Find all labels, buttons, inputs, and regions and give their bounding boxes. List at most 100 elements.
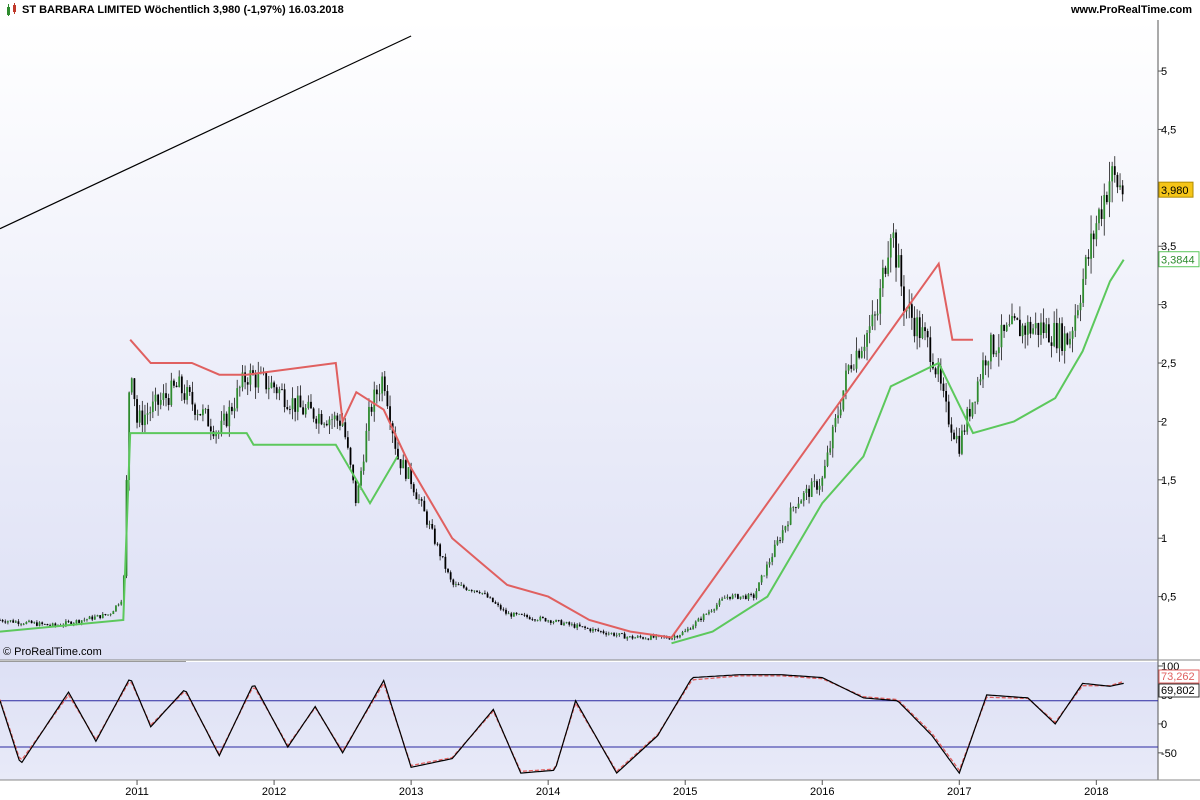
candle-body: [910, 304, 913, 318]
candle-body: [639, 636, 642, 638]
candle-body: [823, 465, 826, 478]
candle-body: [547, 620, 550, 622]
candle-body: [557, 620, 560, 621]
candle-body: [362, 461, 365, 471]
candle-body: [486, 593, 489, 598]
candle-body: [1008, 324, 1011, 326]
candle-body: [705, 613, 708, 615]
candle-body: [715, 604, 718, 610]
candle-body: [581, 626, 584, 628]
candle-body: [589, 628, 592, 632]
candle-body: [383, 376, 386, 392]
candle-body: [149, 412, 152, 414]
candle-body: [726, 596, 729, 598]
candle-body: [233, 408, 236, 412]
candle-body: [984, 360, 987, 366]
candle-body: [257, 373, 260, 388]
candle-body: [1098, 209, 1100, 224]
candle-body: [644, 638, 647, 640]
candle-body: [1121, 185, 1124, 195]
candle-body: [560, 620, 563, 625]
candle-body: [679, 635, 681, 638]
candle-body: [99, 615, 102, 619]
candle-body: [950, 424, 953, 433]
candle-body: [288, 409, 291, 410]
candle-body: [852, 368, 855, 370]
candle-body: [159, 399, 162, 405]
candle-body: [842, 390, 845, 410]
candle-body: [889, 238, 892, 258]
candle-body: [1034, 323, 1037, 329]
candle-body: [918, 317, 921, 339]
candle-body: [91, 616, 94, 620]
candle-body: [46, 624, 49, 626]
candle-body: [86, 619, 88, 620]
candle-body: [162, 393, 165, 400]
y-tick-label: 1: [1161, 533, 1167, 545]
candle-body: [1063, 333, 1066, 351]
candle-body: [130, 378, 133, 393]
candle-body: [1066, 333, 1069, 345]
candle-body: [407, 467, 410, 479]
candle-body: [681, 632, 684, 636]
candle-body: [447, 568, 449, 573]
candle-body: [1026, 321, 1029, 335]
candle-body: [979, 379, 982, 382]
candle-body: [28, 620, 30, 622]
candle-body: [634, 637, 637, 639]
candle-body: [133, 378, 136, 400]
candle-body: [209, 426, 212, 432]
candle-body: [310, 401, 312, 409]
candle-body: [631, 636, 634, 639]
candle-body: [845, 370, 847, 391]
candle-body: [874, 314, 876, 316]
candle-body: [25, 621, 28, 624]
candle-body: [339, 420, 341, 426]
x-tick-label: 2017: [947, 786, 971, 798]
candle-body: [839, 409, 842, 416]
x-tick-label: 2018: [1084, 786, 1108, 798]
candle-body: [296, 395, 299, 412]
candle-body: [1108, 181, 1111, 203]
candle-body: [307, 401, 310, 409]
candle-body: [523, 614, 526, 616]
candle-body: [331, 419, 333, 421]
candle-body: [457, 584, 460, 586]
candle-body: [526, 614, 528, 618]
candle-body: [431, 523, 434, 529]
y-tick-label: 2,5: [1161, 358, 1176, 370]
candle-body: [96, 615, 99, 617]
candle-body: [768, 561, 771, 565]
candle-body: [797, 503, 800, 508]
candle-body: [30, 620, 33, 624]
signal-value-label: 73,262: [1161, 671, 1195, 683]
candle-body: [599, 631, 602, 632]
candle-body: [934, 368, 937, 375]
supertrend-value-label: 3,3844: [1161, 255, 1195, 267]
candle-body: [231, 406, 233, 412]
candle-body: [995, 353, 998, 355]
candle-body: [544, 617, 547, 622]
candle-body: [1055, 322, 1058, 349]
candle-body: [138, 410, 141, 423]
candle-body: [312, 408, 315, 419]
candle-body: [35, 622, 38, 626]
candle-body: [924, 327, 926, 332]
candle-body: [325, 423, 328, 426]
candle-body: [180, 376, 183, 394]
candle-body: [684, 630, 687, 633]
candle-body: [900, 255, 903, 287]
candle-body: [476, 590, 478, 593]
candle-body: [1119, 185, 1121, 188]
candle-body: [760, 575, 763, 583]
candle-body: [465, 587, 468, 591]
candle-body: [175, 385, 178, 388]
candle-body: [805, 488, 808, 493]
candle-body: [183, 393, 186, 400]
candle-body: [779, 540, 781, 542]
candle-body: [491, 597, 494, 603]
candle-body: [468, 590, 471, 591]
candle-body: [1050, 342, 1053, 346]
candle-body: [7, 621, 9, 623]
candle-body: [373, 389, 376, 412]
